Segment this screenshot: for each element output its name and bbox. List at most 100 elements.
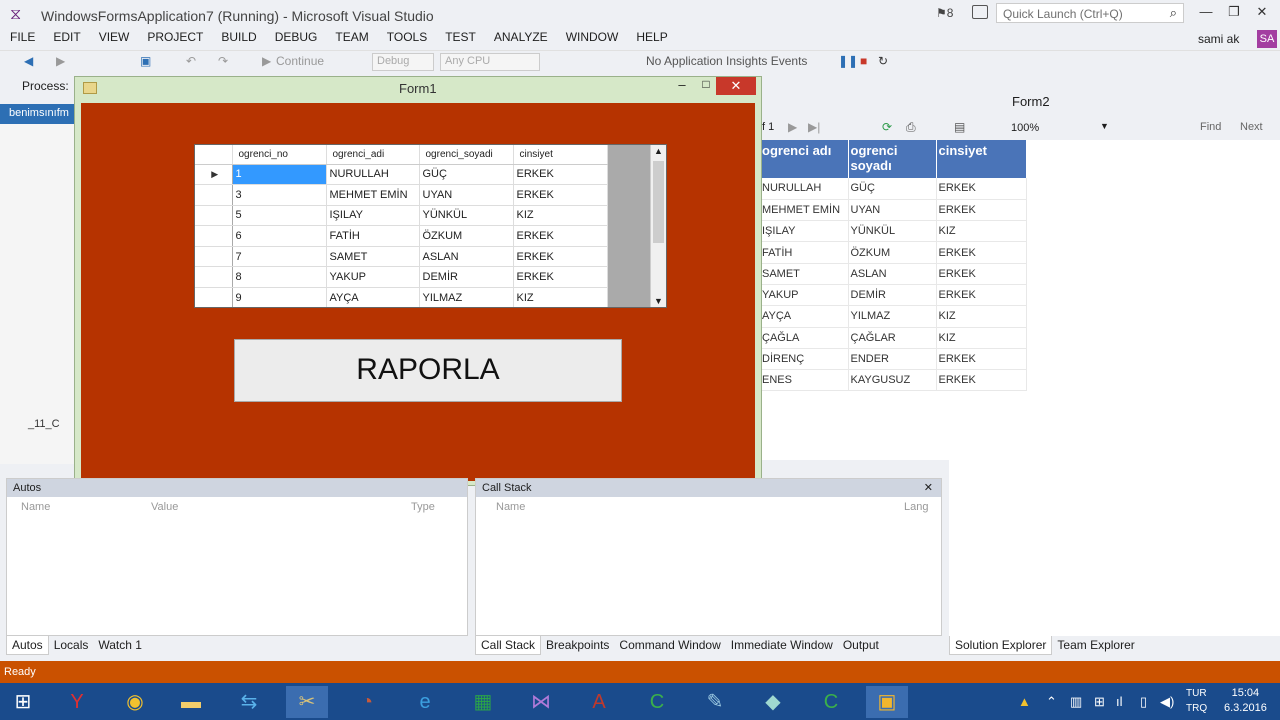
print-icon[interactable]: ⎙ <box>906 120 916 135</box>
windows-flag-icon[interactable]: ⊞ <box>1094 694 1105 710</box>
notification-flag-icon[interactable]: ⚑8 <box>936 6 953 20</box>
excel-app-icon[interactable]: ▦ <box>462 686 504 718</box>
menu-view[interactable]: VIEW <box>99 30 130 44</box>
grid-cell[interactable]: AYÇA <box>326 287 420 307</box>
next-page-icon[interactable]: ▶ <box>788 120 797 134</box>
grid-row[interactable]: 8 YAKUP DEMİR ERKEK <box>195 266 608 289</box>
grid-cell[interactable]: ERKEK <box>513 246 608 268</box>
grid-cell[interactable]: UYAN <box>419 184 514 206</box>
callstack-col-lang[interactable]: Lang <box>904 501 928 513</box>
grid-row[interactable]: 3 MEHMET EMİN UYAN ERKEK <box>195 184 608 206</box>
configuration-select[interactable]: Debug <box>372 53 434 71</box>
warning-icon[interactable]: ▲ <box>1018 694 1031 709</box>
form1-minimize-button[interactable]: – <box>671 77 693 95</box>
form1-maximize-button[interactable]: □ <box>695 77 717 95</box>
refresh-icon[interactable]: ⟳ <box>882 120 892 134</box>
feedback-icon[interactable] <box>972 5 988 19</box>
grid-cell[interactable]: DEMİR <box>419 266 514 289</box>
save-icon[interactable]: ▣ <box>140 54 151 68</box>
undo-icon[interactable]: ↶ <box>186 54 196 68</box>
grid-cell[interactable]: 9 <box>232 287 327 307</box>
windows-start-icon[interactable]: ⊞ <box>2 686 44 718</box>
grid-col-gender[interactable]: cinsiyet <box>513 145 608 165</box>
grid-row[interactable]: 9 AYÇA YILMAZ KIZ <box>195 287 608 307</box>
autos-col-name[interactable]: Name <box>21 501 50 513</box>
grid-col-no[interactable]: ogrenci_no <box>232 145 327 165</box>
menu-file[interactable]: FILE <box>10 30 35 44</box>
row-header[interactable]: ▶ <box>195 164 233 186</box>
paint-app-icon[interactable]: ✎ <box>694 686 736 718</box>
notepad-app-icon[interactable]: ◆ <box>752 686 794 718</box>
grid-row[interactable]: 5 IŞILAY YÜNKÜL KIZ <box>195 205 608 227</box>
scroll-up-icon[interactable]: ▲ <box>654 146 663 156</box>
battery-icon[interactable]: ▯ <box>1140 694 1147 710</box>
grid-cell[interactable]: 6 <box>232 225 327 247</box>
autos-col-type[interactable]: Type <box>411 501 435 513</box>
platform-select[interactable]: Any CPU <box>440 53 540 71</box>
next-link[interactable]: Next <box>1240 121 1263 133</box>
file-explorer-icon[interactable]: ▬ <box>170 686 212 718</box>
grid-cell[interactable]: GÜÇ <box>419 164 514 186</box>
tab-call-stack[interactable]: Call Stack <box>475 636 542 655</box>
tools-icon[interactable]: ✂ <box>286 686 328 718</box>
insights-button[interactable]: No Application Insights Events <box>646 54 807 68</box>
teamviewer-icon[interactable]: ⇆ <box>228 686 270 718</box>
grid-cell[interactable]: YAKUP <box>326 266 420 289</box>
wifi-icon[interactable]: ıl <box>1116 694 1123 709</box>
input-language[interactable]: TUR TRQ <box>1186 686 1207 716</box>
pause-icon[interactable]: ❚❚ <box>838 54 858 68</box>
pane-close-icon[interactable]: ✕ <box>924 481 933 494</box>
volume-icon[interactable]: ◀) <box>1160 694 1174 710</box>
tab-autos[interactable]: Autos <box>6 636 49 655</box>
menu-debug[interactable]: DEBUG <box>275 30 318 44</box>
menu-edit[interactable]: EDIT <box>53 30 80 44</box>
network-icon[interactable]: ▥ <box>1070 694 1082 710</box>
raporla-button[interactable]: RAPORLA <box>234 339 622 402</box>
row-header[interactable] <box>195 225 233 247</box>
grid-cell[interactable]: NURULLAH <box>326 164 420 186</box>
grid-cell[interactable]: SAMET <box>326 246 420 268</box>
grid-cell[interactable]: ERKEK <box>513 164 608 186</box>
forward-icon[interactable]: ▶ <box>56 54 65 68</box>
grid-cell[interactable]: YILMAZ <box>419 287 514 307</box>
restore-button[interactable]: ❐ <box>1220 4 1248 24</box>
menu-window[interactable]: WINDOW <box>566 30 619 44</box>
tab-command-window[interactable]: Command Window <box>614 636 725 654</box>
running-form-icon[interactable]: ▣ <box>866 686 908 718</box>
minimize-button[interactable]: — <box>1192 4 1220 24</box>
visual-studio-icon[interactable]: ⋈ <box>520 686 562 718</box>
scroll-down-icon[interactable]: ▼ <box>654 296 663 306</box>
grid-cell[interactable]: ERKEK <box>513 225 608 247</box>
tab-immediate-window[interactable]: Immediate Window <box>726 636 838 654</box>
stop-icon[interactable]: ■ <box>860 54 867 68</box>
yandex-browser-icon[interactable]: Y <box>56 686 98 718</box>
row-header[interactable] <box>195 205 233 227</box>
component-item[interactable]: _11_C <box>28 418 60 430</box>
grid-cell[interactable]: IŞILAY <box>326 205 420 227</box>
user-name[interactable]: sami ak <box>1198 32 1239 46</box>
grid-cell[interactable]: FATİH <box>326 225 420 247</box>
menu-project[interactable]: PROJECT <box>147 30 203 44</box>
menu-build[interactable]: BUILD <box>221 30 256 44</box>
grid-cell[interactable]: 8 <box>232 266 327 289</box>
grid-cell[interactable]: 1 <box>232 164 327 186</box>
row-header[interactable] <box>195 287 233 307</box>
grid-cell[interactable]: 7 <box>232 246 327 268</box>
scroll-thumb[interactable] <box>653 161 664 243</box>
grid-cell[interactable]: 5 <box>232 205 327 227</box>
autos-col-value[interactable]: Value <box>151 501 178 513</box>
grid-cell[interactable]: KIZ <box>513 205 608 227</box>
grid-col-surname[interactable]: ogrenci_soyadi <box>419 145 514 165</box>
row-header[interactable] <box>195 184 233 206</box>
tab-breakpoints[interactable]: Breakpoints <box>541 636 614 654</box>
tab-solution-explorer[interactable]: Solution Explorer <box>949 636 1053 655</box>
row-header[interactable] <box>195 246 233 268</box>
row-header[interactable] <box>195 266 233 289</box>
grid-cell[interactable]: ERKEK <box>513 184 608 206</box>
avatar[interactable]: SA <box>1257 30 1277 48</box>
grid-row[interactable]: 6 FATİH ÖZKUM ERKEK <box>195 225 608 247</box>
tab-team-explorer[interactable]: Team Explorer <box>1052 636 1139 654</box>
grid-cell[interactable]: ÖZKUM <box>419 225 514 247</box>
tab-watch1[interactable]: Watch 1 <box>93 636 147 654</box>
camtasia-icon[interactable]: C <box>636 686 678 718</box>
